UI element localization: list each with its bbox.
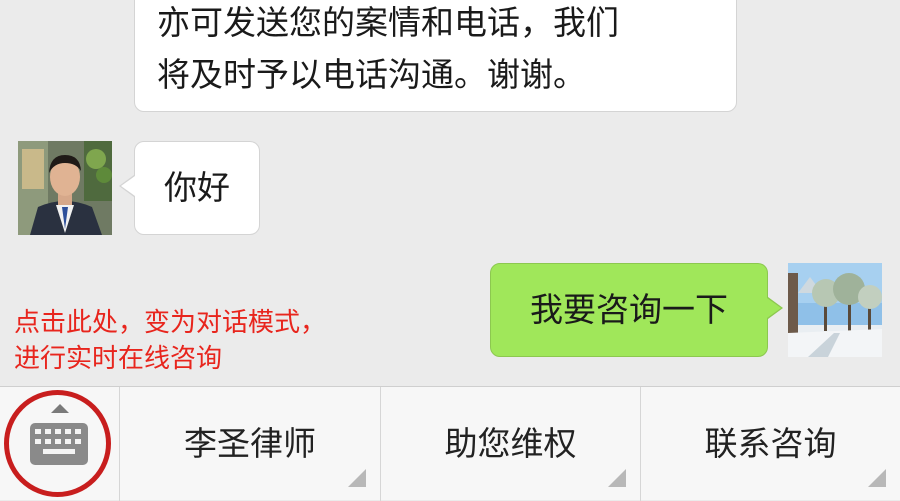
menu-item-label: 联系咨询 [704,424,837,463]
menu-item-label: 李圣律师 [184,424,316,463]
corner-triangle-icon [348,469,366,487]
message-bubble-outgoing: 我要咨询一下 [490,263,768,357]
menu-item-lawyer[interactable]: 李圣律师 [120,387,381,501]
message-text-line: 亦可发送您的案情和电话，我们 [157,3,619,42]
chevron-up-icon [51,404,69,413]
keyboard-icon [30,423,88,465]
lawyer-avatar[interactable] [18,141,112,235]
user-avatar-image [788,263,882,357]
hint-line: 点击此处，变为对话模式， [14,308,327,338]
corner-triangle-icon [608,469,626,487]
menu-item-contact[interactable]: 联系咨询 [641,387,900,501]
menu-item-label: 助您维权 [444,424,577,463]
message-text-line: 将及时予以电话沟通。谢谢。 [157,55,586,94]
message-bubble-incoming: 亦可发送您的案情和电话，我们 将及时予以电话沟通。谢谢。 [134,0,737,112]
message-text: 你好 [164,168,230,207]
lawyer-avatar-image [18,141,112,235]
message-text: 我要咨询一下 [530,290,728,329]
bubble-tail [767,298,781,318]
user-avatar[interactable] [788,263,882,357]
bottom-menu-bar: 李圣律师 助您维权 联系咨询 [0,386,900,501]
bubble-tail [121,176,135,196]
hint-text: 点击此处，变为对话模式， 进行实时在线咨询 [14,305,434,377]
hint-line: 进行实时在线咨询 [14,344,223,374]
chat-area: 亦可发送您的案情和电话，我们 将及时予以电话沟通。谢谢。 你好 点击此处，变为对… [0,0,900,386]
menu-item-rights[interactable]: 助您维权 [381,387,641,501]
message-bubble-incoming: 你好 [134,141,260,235]
corner-triangle-icon [868,469,886,487]
keyboard-toggle-button[interactable] [0,387,120,501]
